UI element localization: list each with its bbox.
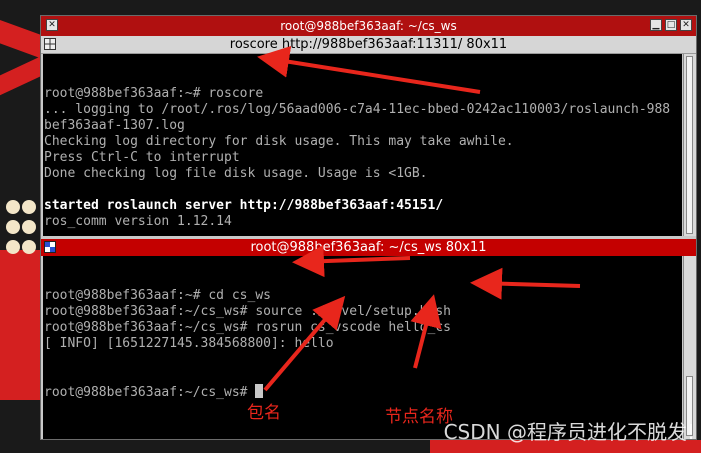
arrow-node: [410, 294, 442, 369]
csdn-watermark: CSDN @程序员进化不脱发!: [443, 420, 695, 444]
annotation-arrows: [257, 45, 581, 392]
arrow-roscore: [257, 45, 481, 94]
arrow-package: [263, 295, 346, 392]
arrow-source: [470, 267, 581, 300]
package-name-annotation: 包名: [247, 403, 281, 423]
arrow-cd: [292, 245, 411, 278]
